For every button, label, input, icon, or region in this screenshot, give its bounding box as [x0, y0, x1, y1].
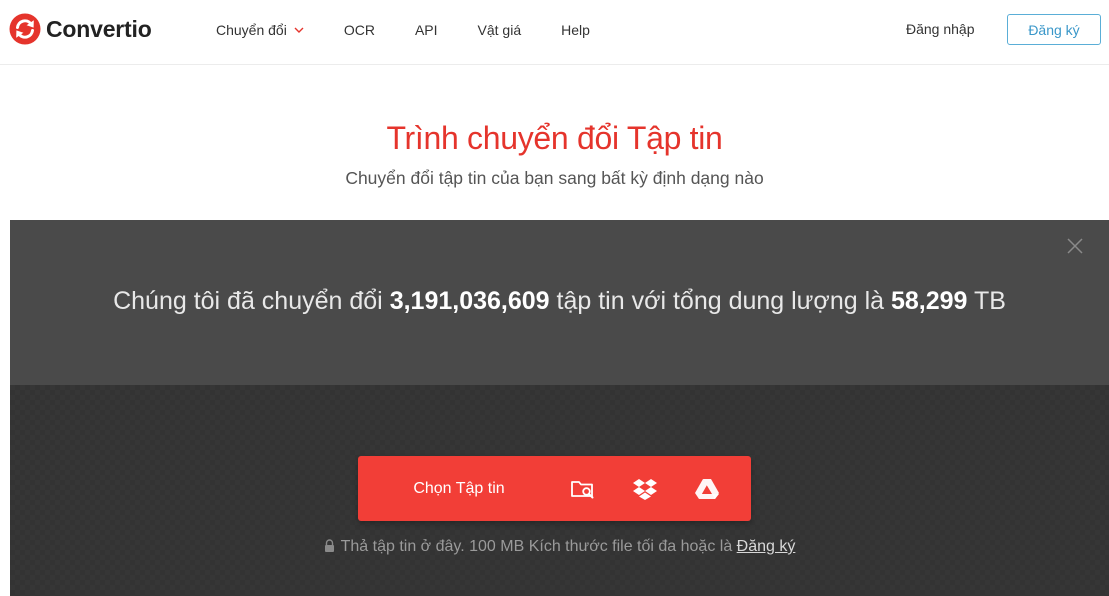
drop-zone-signup-link[interactable]: Đăng ký: [737, 538, 796, 555]
nav-item-api[interactable]: API: [415, 22, 438, 38]
lock-icon: [324, 539, 334, 552]
choose-files-button[interactable]: Chọn Tập tin: [358, 456, 560, 521]
stats-prefix: Chúng tôi đã chuyển đổi: [113, 287, 390, 315]
convertio-logo[interactable]: Convertio: [9, 13, 152, 45]
main-nav: Chuyển đổi OCR API Vật giá Help: [216, 0, 630, 60]
folder-search-icon[interactable]: [570, 476, 596, 502]
brand-name: Convertio: [46, 15, 152, 42]
files-count: 3,191,036,609: [389, 287, 550, 315]
drop-zone-hint: Thả tập tin ở đây. 100 MB Kích thước fil…: [10, 538, 1109, 556]
nav-item-label: Chuyển đổi: [216, 22, 287, 38]
drop-zone-text: Thả tập tin ở đây. 100 MB Kích thước fil…: [340, 538, 737, 555]
stats-middle: tập tin với tổng dung lượng là: [549, 287, 891, 315]
signup-button[interactable]: Đăng ký: [1007, 14, 1101, 45]
total-size: 58,299: [890, 287, 968, 315]
choose-files-button-group: Chọn Tập tin: [358, 456, 751, 521]
stats-suffix: TB: [967, 287, 1006, 315]
nav-item-help[interactable]: Help: [561, 22, 590, 38]
stats-text: Chúng tôi đã chuyển đổi 3,191,036,609 tậ…: [10, 287, 1109, 316]
dropbox-icon[interactable]: [632, 476, 658, 502]
site-header: Convertio Chuyển đổi OCR API Vật giá Hel…: [0, 0, 1109, 65]
nav-item-ocr[interactable]: OCR: [344, 22, 375, 38]
close-icon[interactable]: [1067, 238, 1083, 254]
page-title: Trình chuyển đổi Tập tin: [386, 120, 723, 156]
google-drive-icon[interactable]: [694, 476, 720, 502]
convertio-logo-icon: [9, 13, 41, 45]
login-link[interactable]: Đăng nhập: [906, 21, 975, 37]
page-subtitle: Chuyển đổi tập tin của bạn sang bất kỳ đ…: [345, 168, 764, 188]
upload-panel[interactable]: Chúng tôi đã chuyển đổi 3,191,036,609 tậ…: [10, 220, 1109, 596]
nav-item-convert[interactable]: Chuyển đổi: [216, 22, 304, 38]
chevron-down-icon: [294, 27, 304, 33]
stats-banner: Chúng tôi đã chuyển đổi 3,191,036,609 tậ…: [10, 220, 1109, 385]
nav-item-pricing[interactable]: Vật giá: [478, 22, 522, 38]
